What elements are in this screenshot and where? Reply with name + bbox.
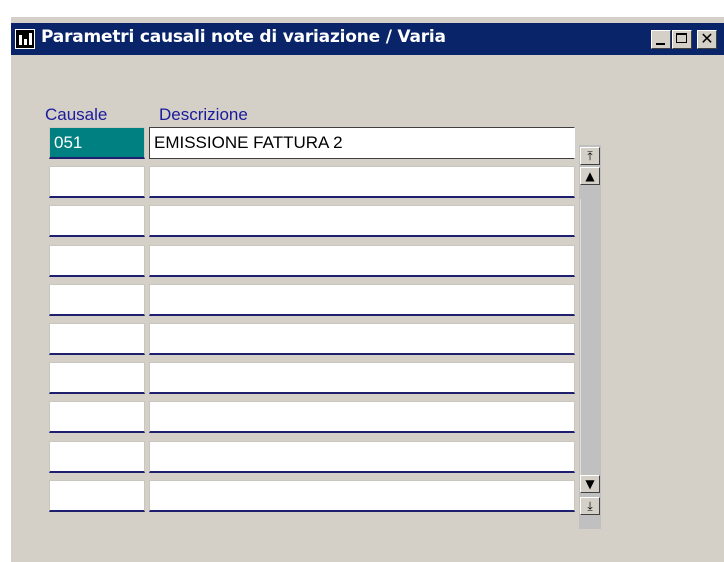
close-icon: ✕: [700, 29, 714, 48]
column-header-descrizione: Descrizione: [159, 105, 248, 124]
minimize-button[interactable]: [651, 30, 671, 49]
window-title: Parametri causali note di variazione / V…: [41, 27, 446, 47]
scroll-track[interactable]: [580, 199, 600, 475]
causale-cell[interactable]: [49, 441, 145, 473]
column-header-causale: Causale: [45, 105, 108, 124]
causale-cell[interactable]: [49, 362, 145, 394]
app-icon-bar: [29, 33, 32, 45]
causale-cell[interactable]: 051: [49, 127, 145, 159]
title-bar[interactable]: Parametri causali note di variazione / V…: [11, 23, 724, 55]
descrizione-cell[interactable]: [149, 401, 575, 433]
scroll-up-button[interactable]: ▲: [580, 167, 600, 185]
maximize-icon: [676, 33, 687, 43]
scroll-down-icon: ▼: [585, 477, 595, 491]
close-button[interactable]: ✕: [697, 29, 717, 49]
scroll-last-icon: ⤓: [587, 499, 593, 513]
causale-cell[interactable]: [49, 480, 145, 512]
causale-cell[interactable]: [49, 284, 145, 316]
scroll-first-button[interactable]: ⤒: [580, 147, 600, 165]
app-icon[interactable]: [15, 29, 35, 49]
app-icon-bar: [19, 35, 22, 45]
causale-cell[interactable]: [49, 401, 145, 433]
descrizione-cell[interactable]: [149, 323, 575, 355]
causale-cell[interactable]: [49, 323, 145, 355]
minimize-icon: [656, 43, 665, 45]
descrizione-cell[interactable]: [149, 205, 575, 237]
causale-cell[interactable]: [49, 245, 145, 277]
descrizione-cell[interactable]: [149, 480, 575, 512]
causale-cell[interactable]: [49, 205, 145, 237]
vertical-scrollbar[interactable]: ⤒ ▲ ▼ ⤓: [579, 145, 601, 529]
descrizione-cell[interactable]: [149, 284, 575, 316]
descrizione-cell[interactable]: EMISSIONE FATTURA 2: [149, 127, 575, 159]
descrizione-cell[interactable]: [149, 362, 575, 394]
scroll-last-button[interactable]: ⤓: [580, 497, 600, 515]
scroll-first-icon: ⤒: [587, 149, 593, 163]
scroll-down-button[interactable]: ▼: [580, 475, 600, 493]
descrizione-cell[interactable]: [149, 166, 575, 198]
causale-cell[interactable]: [49, 166, 145, 198]
descrizione-cell[interactable]: [149, 441, 575, 473]
descrizione-cell[interactable]: [149, 245, 575, 277]
app-icon-bar: [24, 39, 27, 45]
main-window: Parametri causali note di variazione / V…: [10, 16, 724, 562]
scroll-up-icon: ▲: [585, 169, 595, 183]
maximize-button[interactable]: [672, 30, 692, 49]
